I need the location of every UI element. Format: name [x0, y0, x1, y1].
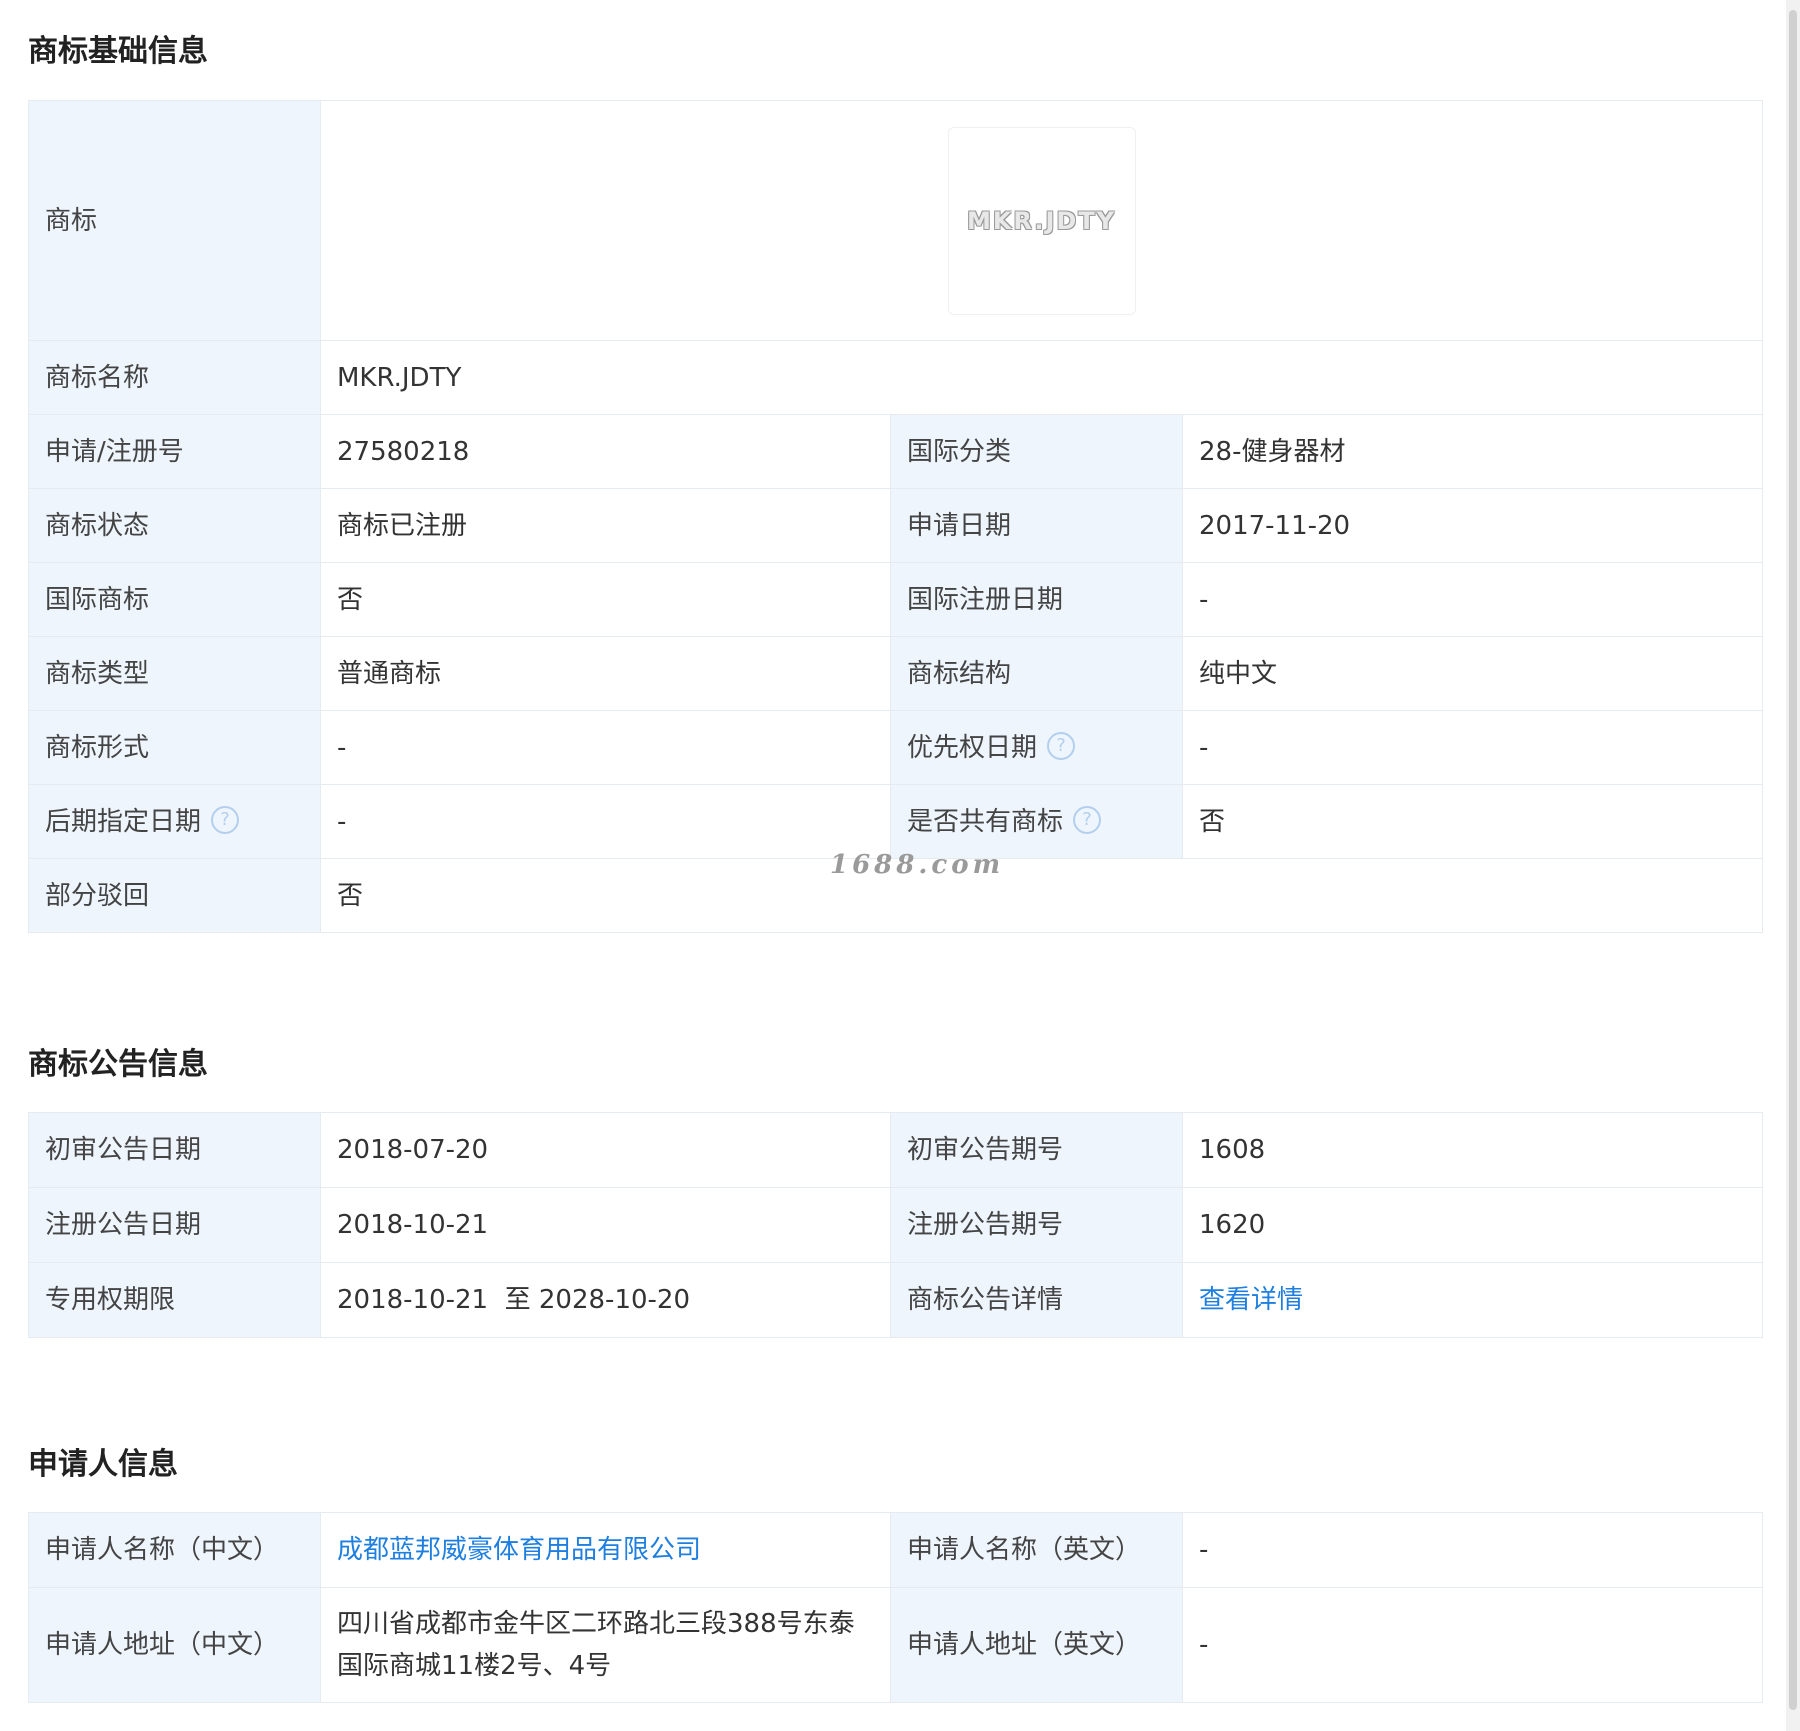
- table-row: 初审公告日期 2018-07-20 初审公告期号 1608: [28, 1112, 1763, 1188]
- applicant-name-en-value: -: [1182, 1512, 1763, 1588]
- intl-trademark-value: 否: [320, 562, 891, 637]
- applicant-addr-en-label: 申请人地址（英文）: [890, 1587, 1183, 1703]
- table-row: 申请人地址（中文） 四川省成都市金牛区二环路北三段388号东泰国际商城11楼2号…: [28, 1587, 1763, 1703]
- exclusive-term-value: 2018-10-21 至 2028-10-20: [320, 1262, 891, 1338]
- trademark-name-value: MKR.JDTY: [319, 340, 1764, 415]
- applicant-addr-en-value: -: [1182, 1587, 1763, 1703]
- section-title-announcement: 商标公告信息: [28, 1047, 208, 1082]
- type-value: 普通商标: [320, 636, 891, 711]
- exclusive-term-label: 专用权期限: [28, 1262, 321, 1338]
- trademark-logo-text: MKR.JDTY: [966, 206, 1117, 235]
- shared-trademark-label: 是否共有商标: [907, 806, 1064, 837]
- table-row: 商标 MKR.JDTY: [28, 100, 1764, 341]
- table-row: 商标形式 - 优先权日期? -: [28, 710, 1764, 785]
- applicant-addr-cn-label: 申请人地址（中文）: [28, 1587, 321, 1703]
- status-label: 商标状态: [28, 488, 321, 563]
- announcement-table: 初审公告日期 2018-07-20 初审公告期号 1608 注册公告日期 201…: [28, 1112, 1763, 1338]
- reg-issue-label: 注册公告期号: [890, 1187, 1183, 1263]
- intl-reg-date-label: 国际注册日期: [890, 562, 1183, 637]
- applicant-name-en-label: 申请人名称（英文）: [890, 1512, 1183, 1588]
- logo-label: 商标: [28, 100, 321, 341]
- structure-label: 商标结构: [890, 636, 1183, 711]
- prelim-issue-label: 初审公告期号: [890, 1112, 1183, 1188]
- table-row: 国际商标 否 国际注册日期 -: [28, 562, 1764, 637]
- priority-date-label: 优先权日期: [907, 732, 1038, 763]
- partial-reject-value: 否: [319, 858, 1764, 933]
- applicant-addr-cn-value: 四川省成都市金牛区二环路北三段388号东泰国际商城11楼2号、4号: [320, 1587, 891, 1703]
- announce-detail-label: 商标公告详情: [890, 1262, 1183, 1338]
- table-row: 申请人名称（中文） 成都蓝邦威豪体育用品有限公司 申请人名称（英文） -: [28, 1512, 1763, 1588]
- intl-class-label: 国际分类: [890, 414, 1183, 489]
- question-icon[interactable]: ?: [1047, 732, 1076, 760]
- view-details-link[interactable]: 查看详情: [1199, 1285, 1303, 1315]
- shared-trademark-label-cell: 是否共有商标?: [890, 784, 1183, 859]
- form-label: 商标形式: [28, 710, 321, 785]
- applicant-name-cn-cell: 成都蓝邦威豪体育用品有限公司: [320, 1512, 891, 1588]
- partial-reject-label: 部分驳回: [28, 858, 321, 933]
- applicant-name-cn-label: 申请人名称（中文）: [28, 1512, 321, 1588]
- announce-detail-cell: 查看详情: [1182, 1262, 1763, 1338]
- shared-trademark-value: 否: [1181, 784, 1764, 859]
- logo-cell: MKR.JDTY: [319, 100, 1764, 341]
- reg-announce-date-label: 注册公告日期: [28, 1187, 321, 1263]
- table-row: 商标状态 商标已注册 申请日期 2017-11-20: [28, 488, 1764, 563]
- trademark-logo-image[interactable]: MKR.JDTY: [947, 126, 1136, 315]
- priority-date-label-cell: 优先权日期?: [890, 710, 1183, 785]
- question-icon[interactable]: ?: [1073, 806, 1102, 834]
- type-label: 商标类型: [28, 636, 321, 711]
- section-title-applicant: 申请人信息: [28, 1447, 178, 1482]
- later-designation-label: 后期指定日期: [45, 806, 202, 837]
- trademark-detail-page: 商标基础信息 商标 MKR.JDTY 商标名称 MKR.JDTY 申请/注册号 …: [0, 0, 1800, 1731]
- table-row: 后期指定日期? - 是否共有商标? 否: [28, 784, 1764, 859]
- question-icon[interactable]: ?: [211, 806, 240, 834]
- prelim-date-label: 初审公告日期: [28, 1112, 321, 1188]
- reg-announce-date-value: 2018-10-21: [320, 1187, 891, 1263]
- apply-date-value: 2017-11-20: [1181, 488, 1764, 563]
- apply-date-label: 申请日期: [890, 488, 1183, 563]
- table-row: 商标名称 MKR.JDTY: [28, 340, 1764, 415]
- form-value: -: [320, 710, 891, 785]
- table-row: 商标类型 普通商标 商标结构 纯中文: [28, 636, 1764, 711]
- later-designation-label-cell: 后期指定日期?: [28, 784, 321, 859]
- intl-trademark-label: 国际商标: [28, 562, 321, 637]
- applicant-company-link[interactable]: 成都蓝邦威豪体育用品有限公司: [337, 1535, 701, 1565]
- later-designation-value: -: [320, 784, 891, 859]
- table-row: 专用权期限 2018-10-21 至 2028-10-20 商标公告详情 查看详…: [28, 1262, 1763, 1338]
- prelim-date-value: 2018-07-20: [320, 1112, 891, 1188]
- trademark-name-label: 商标名称: [28, 340, 321, 415]
- watermark: 1688.com: [830, 850, 1005, 880]
- table-row: 注册公告日期 2018-10-21 注册公告期号 1620: [28, 1187, 1763, 1263]
- structure-value: 纯中文: [1181, 636, 1764, 711]
- basic-info-table: 商标 MKR.JDTY 商标名称 MKR.JDTY 申请/注册号 2758021…: [28, 100, 1764, 933]
- applicant-table: 申请人名称（中文） 成都蓝邦威豪体育用品有限公司 申请人名称（英文） - 申请人…: [28, 1512, 1763, 1703]
- status-value: 商标已注册: [320, 488, 891, 563]
- reg-no-value: 27580218: [320, 414, 891, 489]
- scrollbar-thumb[interactable]: [1789, 10, 1797, 1710]
- reg-issue-value: 1620: [1182, 1187, 1763, 1263]
- vertical-scrollbar[interactable]: [1786, 0, 1800, 1731]
- reg-no-label: 申请/注册号: [28, 414, 321, 489]
- priority-date-value: -: [1181, 710, 1764, 785]
- prelim-issue-value: 1608: [1182, 1112, 1763, 1188]
- section-title-basic: 商标基础信息: [28, 34, 208, 69]
- intl-reg-date-value: -: [1181, 562, 1764, 637]
- intl-class-value: 28-健身器材: [1181, 414, 1764, 489]
- table-row: 申请/注册号 27580218 国际分类 28-健身器材: [28, 414, 1764, 489]
